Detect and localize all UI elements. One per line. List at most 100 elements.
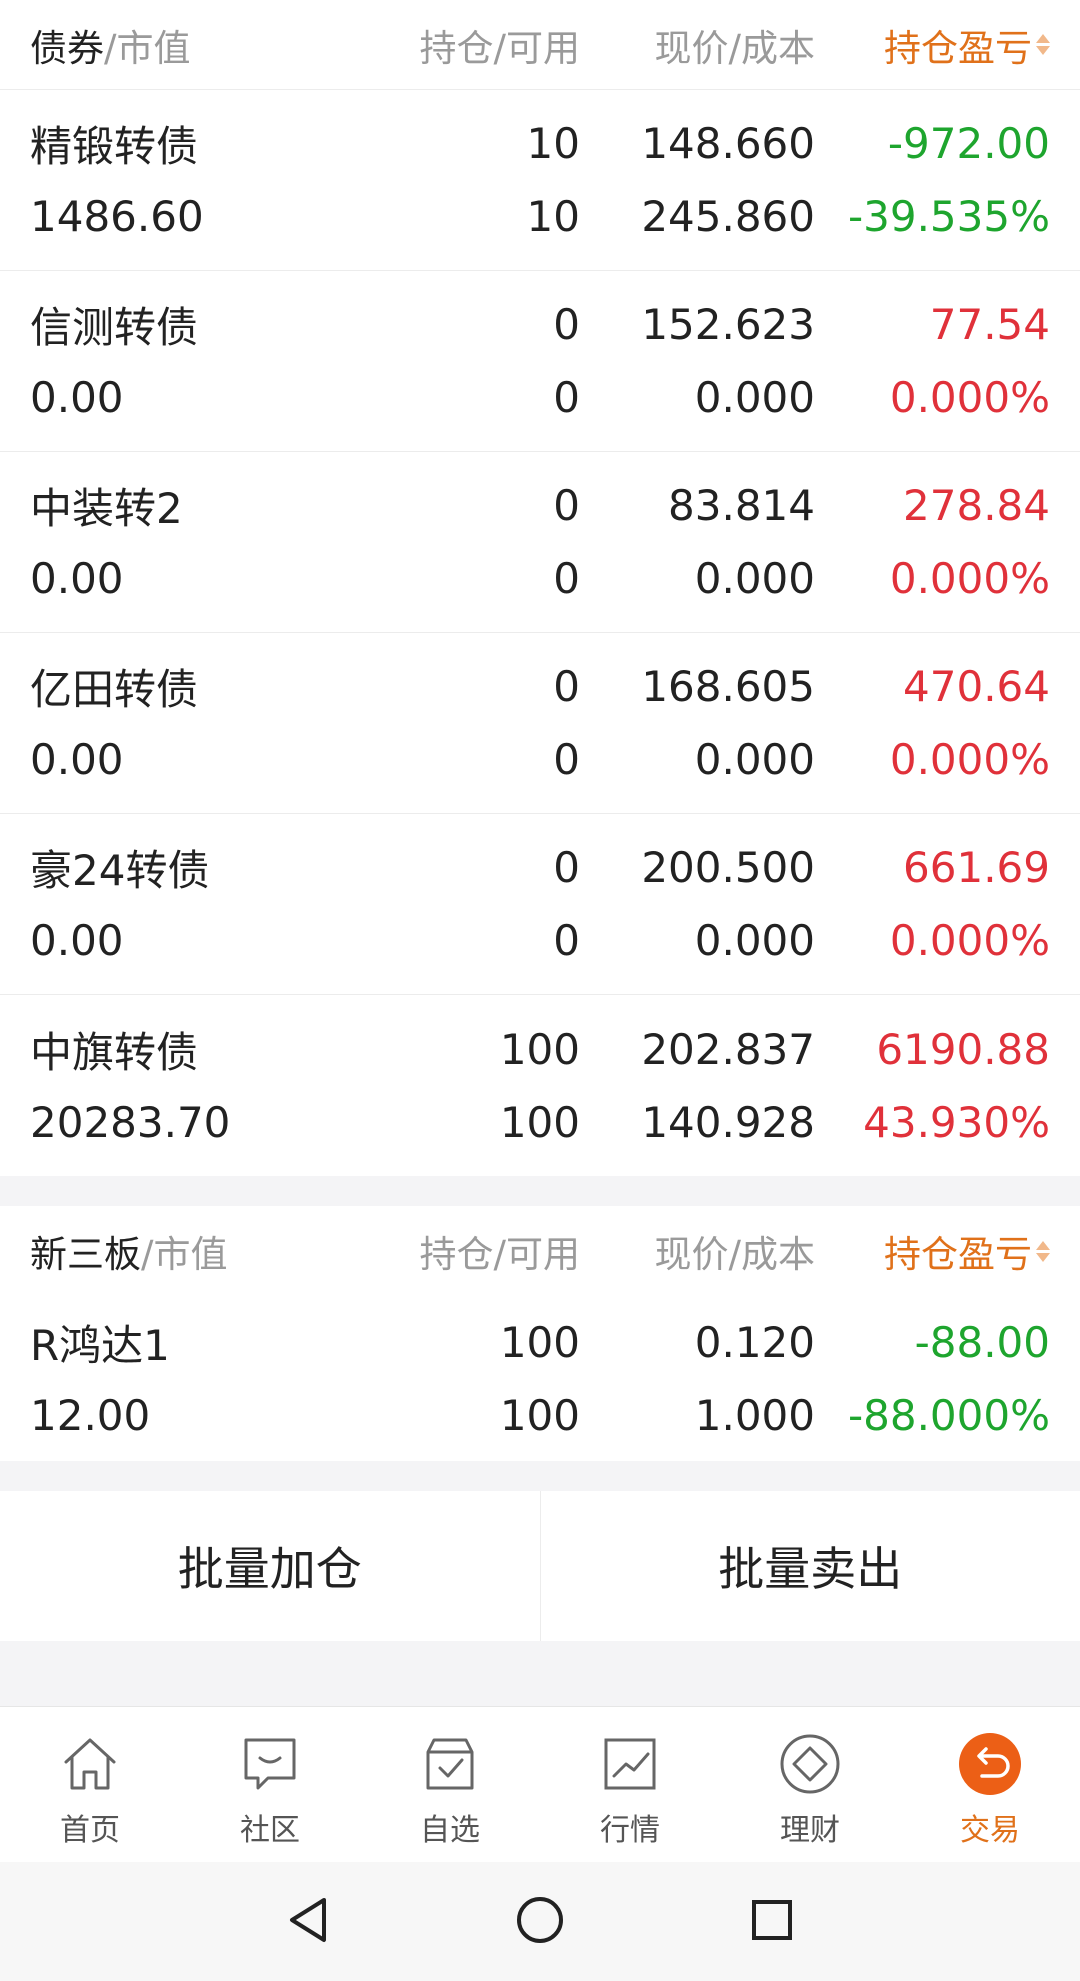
tab-watchlist[interactable]: 自选	[360, 1707, 540, 1862]
position-cost: 140.928	[641, 1097, 815, 1147]
position-price: 200.500	[641, 843, 815, 892]
position-pnl: -972.00	[887, 119, 1050, 168]
position-pnl: 77.54	[929, 300, 1050, 349]
home-circle-icon[interactable]	[514, 1894, 566, 1950]
system-nav-bar	[0, 1862, 1080, 1981]
bond-header-qty: 持仓/可用	[419, 26, 580, 70]
position-pnl-pct: 43.930%	[863, 1097, 1050, 1147]
position-pnl: 661.69	[903, 843, 1050, 892]
position-available: 0	[553, 916, 580, 965]
section-divider	[0, 1176, 1080, 1206]
tab-label: 行情	[600, 1813, 660, 1848]
position-price: 148.660	[641, 119, 815, 168]
tab-label: 社区	[240, 1813, 300, 1848]
home-icon	[57, 1731, 123, 1797]
neeq-header-name-sub: /市值	[141, 1233, 228, 1276]
position-pnl: -88.00	[914, 1317, 1050, 1367]
position-available: 0	[553, 554, 580, 603]
position-market-value: 1486.60	[30, 192, 204, 241]
tab-wealth[interactable]: 理财	[720, 1707, 900, 1862]
position-pnl: 6190.88	[876, 1024, 1050, 1074]
position-cost: 245.860	[641, 192, 815, 241]
position-price: 0.120	[694, 1317, 815, 1367]
position-row[interactable]: 亿田转债 0 168.605 470.64 0.00 0 0.000 0.000%	[0, 633, 1080, 814]
position-available: 100	[499, 1097, 580, 1147]
back-icon[interactable]	[282, 1894, 334, 1950]
position-available: 100	[499, 1390, 580, 1440]
position-row[interactable]: R鸿达1 100 0.120 -88.00 12.00 100 1.000 -88.000%	[0, 1296, 1080, 1461]
position-pnl: 470.64	[903, 662, 1050, 711]
batch-add-button[interactable]: 批量加仓	[0, 1491, 540, 1641]
bottom-tab-bar: 首页 社区 自选 行情 理财 交易	[0, 1706, 1080, 1862]
position-row[interactable]: 信测转债 0 152.623 77.54 0.00 0 0.000 0.000%	[0, 271, 1080, 452]
batch-sell-button[interactable]: 批量卖出	[539, 1491, 1080, 1641]
neeq-header-pnl-sort[interactable]: 持仓盈亏	[815, 1224, 1050, 1278]
trade-icon	[957, 1731, 1023, 1797]
position-pnl-pct: 0.000%	[889, 916, 1050, 965]
bond-header: 债券/市值 持仓/可用 现价/成本 持仓盈亏	[0, 0, 1080, 90]
position-cost: 0.000	[694, 916, 815, 965]
position-name: 亿田转债	[30, 665, 199, 714]
diamond-icon	[777, 1731, 843, 1797]
position-pnl-pct: -88.000%	[847, 1390, 1050, 1440]
position-name: 信测转债	[30, 303, 199, 352]
position-name: 中旗转债	[30, 1027, 199, 1077]
position-cost: 1.000	[694, 1390, 815, 1440]
position-pnl-pct: 0.000%	[889, 735, 1050, 784]
position-cost: 0.000	[694, 373, 815, 422]
recents-icon[interactable]	[746, 1894, 798, 1950]
position-row[interactable]: 豪24转债 0 200.500 661.69 0.00 0 0.000 0.000%	[0, 814, 1080, 995]
tab-label: 自选	[420, 1813, 480, 1848]
neeq-header-name: 新三板	[30, 1233, 141, 1276]
position-price: 202.837	[641, 1024, 815, 1074]
tab-label: 理财	[780, 1813, 840, 1848]
position-pnl: 278.84	[903, 481, 1050, 530]
neeq-header-price: 现价/成本	[654, 1233, 815, 1276]
tab-trade[interactable]: 交易	[900, 1707, 1080, 1862]
bond-header-name: 债券	[30, 26, 104, 70]
position-price: 83.814	[668, 481, 815, 530]
position-name: 中装转2	[30, 484, 183, 533]
position-cost: 0.000	[694, 735, 815, 784]
tab-label: 首页	[60, 1813, 120, 1848]
position-holding: 0	[553, 662, 580, 711]
position-row[interactable]: 中装转2 0 83.814 278.84 0.00 0 0.000 0.000%	[0, 452, 1080, 633]
tab-market[interactable]: 行情	[540, 1707, 720, 1862]
position-pnl-pct: -39.535%	[847, 192, 1050, 241]
tab-label: 交易	[960, 1813, 1020, 1848]
neeq-header-pnl: 持仓盈亏	[884, 1233, 1032, 1276]
bond-header-pnl-sort[interactable]: 持仓盈亏	[815, 18, 1050, 72]
position-price: 168.605	[641, 662, 815, 711]
section-divider	[0, 1461, 1080, 1491]
position-cost: 0.000	[694, 554, 815, 603]
position-name: R鸿达1	[30, 1320, 170, 1370]
position-market-value: 0.00	[30, 554, 124, 603]
bond-section: 债券/市值 持仓/可用 现价/成本 持仓盈亏 精锻转债 10 148.660 -972…	[0, 0, 1080, 1176]
tab-home[interactable]: 首页	[0, 1707, 180, 1862]
chat-icon	[237, 1731, 303, 1797]
position-market-value: 20283.70	[30, 1097, 231, 1147]
position-row[interactable]: 中旗转债 100 202.837 6190.88 20283.70 100 140.928…	[0, 995, 1080, 1176]
position-pnl-pct: 0.000%	[889, 554, 1050, 603]
position-holding: 0	[553, 300, 580, 349]
position-holding: 0	[553, 843, 580, 892]
tab-community[interactable]: 社区	[180, 1707, 360, 1862]
position-row[interactable]: 精锻转债 10 148.660 -972.00 1486.60 10 245.860 -39…	[0, 90, 1080, 271]
position-available: 0	[553, 735, 580, 784]
position-price: 152.623	[641, 300, 815, 349]
neeq-header-qty: 持仓/可用	[419, 1233, 580, 1276]
batch-actions: 批量加仓 批量卖出	[0, 1491, 1080, 1641]
position-holding: 100	[499, 1024, 580, 1074]
bond-header-price: 现价/成本	[654, 26, 815, 70]
position-holding: 0	[553, 481, 580, 530]
position-holding: 100	[499, 1317, 580, 1367]
position-available: 10	[526, 192, 580, 241]
position-market-value: 0.00	[30, 916, 124, 965]
position-available: 0	[553, 373, 580, 422]
position-market-value: 0.00	[30, 373, 124, 422]
position-holding: 10	[526, 119, 580, 168]
position-name: 豪24转债	[30, 846, 210, 895]
watchlist-icon	[417, 1731, 483, 1797]
neeq-section: 新三板/市值 持仓/可用 现价/成本 持仓盈亏 R鸿达1 100 0.120 -88.…	[0, 1206, 1080, 1461]
position-market-value: 0.00	[30, 735, 124, 784]
